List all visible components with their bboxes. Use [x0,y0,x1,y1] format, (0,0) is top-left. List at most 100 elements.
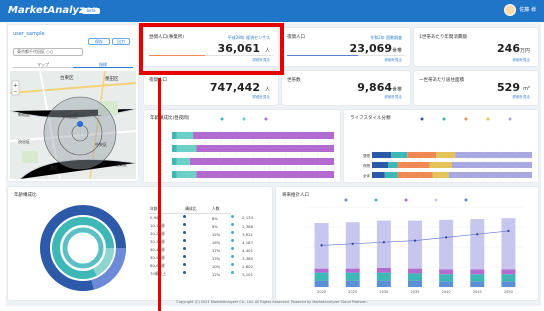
age-donut-chart [40,205,126,291]
map-label: 中央区 [95,141,107,147]
legend-dot-icon [183,263,187,266]
kpi-progress-bar [287,55,405,56]
tab-data[interactable]: 指標 [73,62,133,68]
map-label: 港区 [50,164,58,170]
legend-dot-icon [183,271,187,274]
legend-swatch [486,117,490,121]
age-stacked-bar-chart [171,117,335,182]
x-tick-label: 2040 [442,290,451,294]
copyright-footer: Copyright (C) 2021 MarketAnalyzer Co., L… [176,300,368,304]
trend-point [476,233,479,236]
avatar[interactable] [504,4,516,16]
lifestyle-stacked-bar-chart: 昼間夜間全体 [363,117,533,182]
table-cell: 2,388 [242,223,253,229]
bar-segment [176,145,197,152]
bar-segment [407,152,436,158]
x-tick-label: 2050 [504,290,513,294]
table-cell: 3,921 [242,231,253,237]
table-header[interactable]: 年齢 [148,205,184,214]
zoom-out-icon: − [13,90,17,96]
table-header[interactable]: 構成比 [183,205,210,214]
projection-combo-chart: 2020 2025 2030 2035 2040 2045 2050 [306,198,524,294]
kpi-card-spend[interactable]: 1世帯あたり年間消費額 246 万円 詳細を見る [414,28,538,66]
kpi-card-population[interactable]: 夜間人口 747,442 人 詳細を見る [144,71,278,105]
bar-segment [372,162,388,168]
trend-point [382,241,385,244]
legend-swatch [220,117,224,121]
bar-segment [408,273,422,281]
kpi-value: 246 [497,42,520,55]
kpi-value: 23,069 [349,42,392,55]
age-table: 年齢 構成比 人数 0-9歳8%2,13410-19歳9%2,38820-29歳… [148,205,266,278]
chart-title: 年齢構成比 [14,193,37,198]
bar-segment [196,145,334,152]
kpi-unit: 万円 [519,48,530,54]
export-button[interactable]: 出力 [112,38,130,45]
table-header[interactable]: 人数 [209,205,232,214]
table-row[interactable]: 70歳以上 12% 3,101 [148,270,266,278]
kpi-detail-link[interactable]: 詳細を見る [385,58,403,63]
table-row[interactable]: 10-19歳 9% 2,388 [148,222,266,230]
bar-segment [429,162,452,168]
table-row[interactable]: 50-59歳 13% 3,380 [148,254,266,262]
bar-segment [172,132,177,139]
table-cell: 10-19歳 [148,222,183,230]
bar-segment [172,158,177,165]
kpi-card-area[interactable]: 一世帯あたり居住面積 529 m² 詳細を見る [414,71,538,105]
legend-swatch [404,198,408,202]
bar-segment [345,272,360,281]
category-label: 全体 [363,173,371,178]
lifestyle-card: ライフスタイル分類 昼間 夜間 全体 [344,110,538,182]
user-label[interactable]: user_sample [13,31,45,37]
bar-segment [388,162,398,168]
kpi-detail-link[interactable]: 詳細を見る [253,95,271,100]
save-button[interactable]: 保存 [88,38,110,45]
legend-swatch [264,117,268,121]
table-cell: 40-49歳 [148,246,183,254]
trend-point [351,242,354,245]
kpi-title: 夜間人口 [287,35,305,40]
map-label: 台東区 [60,74,74,81]
bar-segment [432,172,449,178]
bar-segment [408,268,422,274]
kpi-card-night[interactable]: 夜間人口 令和2年 国勢調査 23,069 世帯 詳細を見る [282,28,410,66]
kpi-detail-link[interactable]: 詳細を見る [513,58,531,63]
bar-segment [439,219,454,270]
bar-segment [448,172,532,178]
table-row[interactable]: 0-9歳 8% 2,134 [148,214,266,223]
kpi-detail-link[interactable]: 詳細を見る [513,95,531,100]
legend-dot-icon [231,271,235,274]
bar-segment [470,281,485,287]
bar-segment [439,281,454,287]
bar-segment [436,152,456,158]
table-row[interactable]: 20-29歳 15% 3,921 [148,230,266,238]
age-bar-card: 年齢構成比(昼夜間) [144,110,340,182]
legend-swatch [508,117,512,121]
trend-point [320,244,323,247]
search-input[interactable]: 東京都千代田区 ○○ [13,48,83,56]
bar-segment [372,152,392,158]
table-row[interactable]: 30-39歳 16% 4,187 [148,238,266,246]
bar-segment [172,171,177,178]
map-panel: user_sample 保存 出力 東京都千代田区 ○○ マップ 指標 + − … [8,25,138,181]
bar-segment [408,280,422,287]
age-donut-card: 年齢構成比 年齢 構成比 人数 0-9歳 8% 2,134 10-19歳 9% 2,388… [8,187,272,300]
table-cell: 15% [211,231,221,237]
bar-segment [501,281,516,287]
trend-point [507,229,510,233]
table-cell: 4,401 [242,247,253,253]
table-cell: 8% [211,215,218,221]
kpi-detail-link[interactable]: 詳細を見る [385,95,403,100]
table-row[interactable]: 40-49歳 17% 4,401 [148,246,266,254]
table-cell: 20-29歳 [148,230,183,238]
bar-segment [470,269,485,275]
legend-swatch [344,198,348,202]
kpi-card-households[interactable]: 世帯数 9,864 世帯 詳細を見る [282,71,410,105]
table-row[interactable]: 60-69歳 10% 2,602 [148,262,266,270]
bar-segment [314,268,329,273]
area-map[interactable]: + − 台東区 墨田区 千代田区 中央区 港区 江東区 新宿区 渋谷区 [10,71,136,179]
kpi-value: 747,442 [209,81,260,94]
app-header: MarketAnalyzer beta 佐藤 様 [0,0,544,22]
tab-map[interactable]: マップ [13,62,73,68]
user-name[interactable]: 佐藤 様 [519,6,536,13]
